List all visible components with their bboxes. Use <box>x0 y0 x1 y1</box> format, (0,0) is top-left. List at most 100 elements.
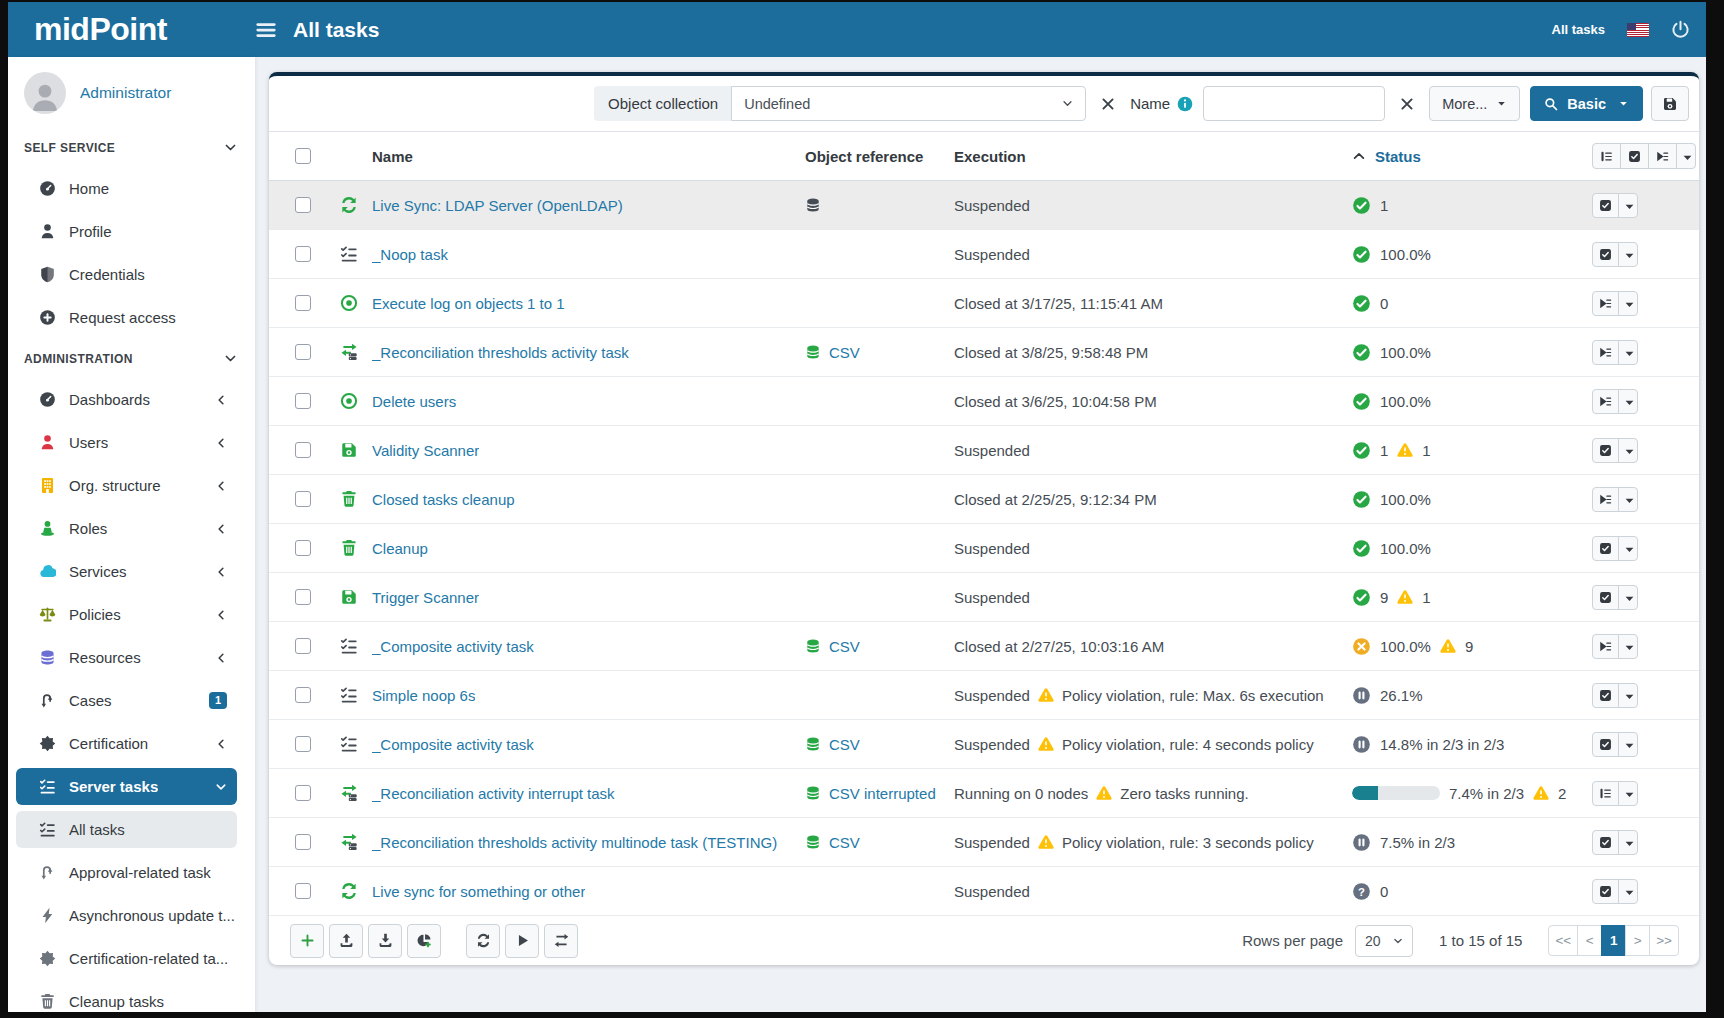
sidebar-item-approval-related-task[interactable]: Approval-related task <box>8 851 255 894</box>
col-header-status[interactable]: Status <box>1352 148 1421 165</box>
row-checkbox[interactable] <box>295 344 311 360</box>
row-actions-dropdown[interactable] <box>1618 536 1638 561</box>
more-filters-button[interactable]: More... <box>1429 86 1520 121</box>
bulk-actions-dropdown[interactable] <box>1676 143 1696 169</box>
row-actions-dropdown[interactable] <box>1618 781 1638 806</box>
sidebar-item-users[interactable]: Users <box>8 421 255 464</box>
row-actions-dropdown[interactable] <box>1618 242 1638 267</box>
resume-task-button[interactable] <box>1592 242 1619 267</box>
search-basic-button[interactable]: Basic <box>1530 86 1643 121</box>
row-actions-dropdown[interactable] <box>1618 585 1638 610</box>
row-actions-dropdown[interactable] <box>1618 291 1638 316</box>
run-now-button[interactable] <box>505 924 539 958</box>
row-checkbox[interactable] <box>295 540 311 556</box>
sidebar-item-services[interactable]: Services <box>8 550 255 593</box>
row-checkbox[interactable] <box>295 491 311 507</box>
object-reference-link[interactable]: CSV <box>829 834 860 851</box>
sidebar-item-certification[interactable]: Certification <box>8 722 255 765</box>
name-filter-input[interactable] <box>1203 86 1385 121</box>
sidebar-section-heading[interactable]: ADMINISTRATION <box>8 339 255 378</box>
pager-first[interactable]: << <box>1548 925 1578 956</box>
export-tasks-button[interactable] <box>368 924 402 958</box>
sidebar-item-credentials[interactable]: Credentials <box>8 253 255 296</box>
row-checkbox[interactable] <box>295 295 311 311</box>
select-all-checkbox[interactable] <box>295 148 311 164</box>
row-actions-dropdown[interactable] <box>1618 340 1638 365</box>
row-actions-dropdown[interactable] <box>1618 732 1638 757</box>
import-task-button[interactable] <box>329 924 363 958</box>
task-name-link[interactable]: _Reconciliation thresholds activity task <box>372 344 629 361</box>
resume-task-button[interactable] <box>1592 585 1619 610</box>
row-actions-dropdown[interactable] <box>1618 438 1638 463</box>
run-task-button[interactable] <box>1592 389 1619 414</box>
brand-logo[interactable]: midPoint <box>8 11 255 48</box>
task-name-link[interactable]: Closed tasks cleanup <box>372 491 515 508</box>
clear-name-icon[interactable] <box>1399 96 1415 112</box>
row-actions-dropdown[interactable] <box>1618 830 1638 855</box>
object-reference-link[interactable]: CSV <box>829 638 860 655</box>
row-checkbox[interactable] <box>295 883 311 899</box>
sidebar-item-resources[interactable]: Resources <box>8 636 255 679</box>
row-checkbox[interactable] <box>295 834 311 850</box>
row-checkbox[interactable] <box>295 736 311 752</box>
task-name-link[interactable]: Execute log on objects 1 to 1 <box>372 295 565 312</box>
suspend-all-button[interactable] <box>1592 143 1621 169</box>
row-checkbox[interactable] <box>295 638 311 654</box>
row-actions-dropdown[interactable] <box>1618 193 1638 218</box>
task-name-link[interactable]: Delete users <box>372 393 456 410</box>
synchronize-button[interactable] <box>544 924 578 958</box>
sidebar-item-org-structure[interactable]: Org. structure <box>8 464 255 507</box>
run-task-button[interactable] <box>1592 487 1619 512</box>
resume-task-button[interactable] <box>1592 438 1619 463</box>
task-name-link[interactable]: _Noop task <box>372 246 448 263</box>
task-name-link[interactable]: Cleanup <box>372 540 428 557</box>
run-all-button[interactable] <box>1648 143 1677 169</box>
run-task-button[interactable] <box>1592 634 1619 659</box>
pager-last[interactable]: >> <box>1649 925 1679 956</box>
col-header-ref[interactable]: Object reference <box>805 148 923 165</box>
task-name-link[interactable]: _Composite activity task <box>372 736 534 753</box>
object-reference-link[interactable]: CSV <box>829 736 860 753</box>
language-flag-icon[interactable] <box>1627 23 1649 37</box>
pager-prev[interactable]: < <box>1577 925 1602 956</box>
row-checkbox[interactable] <box>295 246 311 262</box>
run-task-button[interactable] <box>1592 340 1619 365</box>
info-icon[interactable] <box>1177 96 1193 112</box>
row-actions-dropdown[interactable] <box>1618 487 1638 512</box>
pager-page-1[interactable]: 1 <box>1601 925 1626 956</box>
sidebar-item-cleanup-tasks[interactable]: Cleanup tasks <box>8 980 255 1012</box>
resume-all-button[interactable] <box>1620 143 1649 169</box>
save-search-button[interactable] <box>1651 86 1689 121</box>
row-actions-dropdown[interactable] <box>1618 879 1638 904</box>
add-task-button[interactable] <box>290 924 324 958</box>
object-collection-select[interactable]: Undefined <box>731 86 1086 121</box>
run-task-button[interactable] <box>1592 291 1619 316</box>
task-name-link[interactable]: _Composite activity task <box>372 638 534 655</box>
create-report-button[interactable] <box>407 924 441 958</box>
resume-task-button[interactable] <box>1592 732 1619 757</box>
task-name-link[interactable]: Live sync for something or other <box>372 883 585 900</box>
task-name-link[interactable]: Trigger Scanner <box>372 589 479 606</box>
refresh-button[interactable] <box>466 924 500 958</box>
row-checkbox[interactable] <box>295 442 311 458</box>
task-name-link[interactable]: Live Sync: LDAP Server (OpenLDAP) <box>372 197 623 214</box>
sidebar-section-heading[interactable]: SELF SERVICE <box>8 128 255 167</box>
task-name-link[interactable]: Validity Scanner <box>372 442 479 459</box>
sidebar-item-certification-related-ta[interactable]: Certification-related ta... <box>8 937 255 980</box>
row-actions-dropdown[interactable] <box>1618 389 1638 414</box>
row-checkbox[interactable] <box>295 393 311 409</box>
task-name-link[interactable]: _Reconciliation thresholds activity mult… <box>372 834 777 851</box>
sidebar-item-home[interactable]: Home <box>8 167 255 210</box>
sidebar-item-server-tasks[interactable]: Server tasks <box>8 765 255 808</box>
row-actions-dropdown[interactable] <box>1618 634 1638 659</box>
pager-next[interactable]: > <box>1625 925 1650 956</box>
object-reference-link[interactable]: CSV <box>829 344 860 361</box>
sidebar-item-roles[interactable]: Roles <box>8 507 255 550</box>
rows-per-page-select[interactable]: 20 <box>1355 925 1413 957</box>
sidebar-item-policies[interactable]: Policies <box>8 593 255 636</box>
task-name-link[interactable]: _Reconciliation activity interrupt task <box>372 785 615 802</box>
task-name-link[interactable]: Simple noop 6s <box>372 687 475 704</box>
col-header-name[interactable]: Name <box>372 148 413 165</box>
row-checkbox[interactable] <box>295 785 311 801</box>
row-checkbox[interactable] <box>295 687 311 703</box>
